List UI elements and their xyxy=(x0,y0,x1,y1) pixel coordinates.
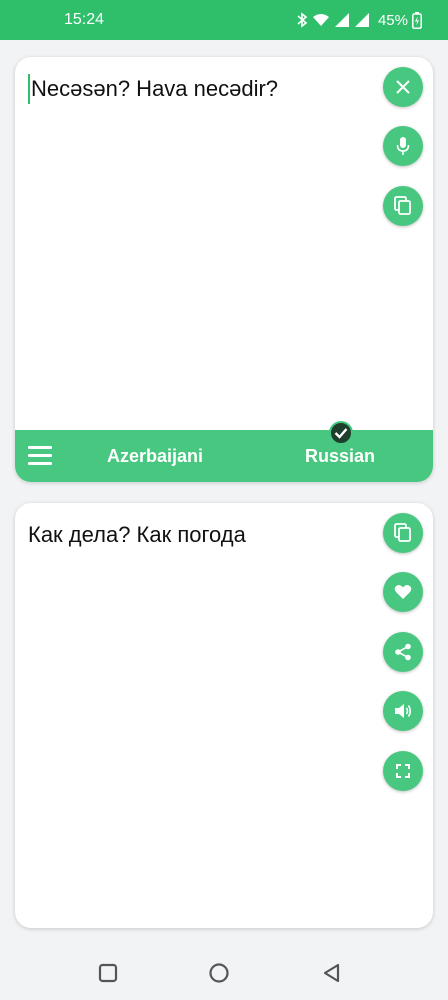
language-bar: Azerbaijani Russian xyxy=(15,430,433,482)
clear-button[interactable] xyxy=(383,67,423,107)
translated-text: Как дела? Как погода xyxy=(28,522,246,547)
translation-panel: Как дела? Как погода xyxy=(15,503,433,928)
navigation-bar xyxy=(0,946,448,1000)
fullscreen-icon xyxy=(396,764,410,778)
battery-icon xyxy=(412,11,422,29)
back-triangle-icon[interactable] xyxy=(321,962,343,984)
heart-icon xyxy=(394,584,412,600)
signal-icon xyxy=(334,12,350,28)
copy-icon xyxy=(394,523,412,543)
wifi-icon xyxy=(312,13,330,27)
speaker-icon xyxy=(394,703,412,719)
copy-icon xyxy=(394,196,412,216)
voice-input-button[interactable] xyxy=(383,126,423,166)
share-icon xyxy=(394,643,412,661)
battery-percent: 45% xyxy=(377,11,408,29)
source-panel: Necəsən? Hava necədir? Azerbaijani Russi… xyxy=(15,57,433,482)
hamburger-icon[interactable] xyxy=(28,446,52,466)
source-language-button[interactable]: Azerbaijani xyxy=(107,430,203,482)
home-circle-icon[interactable] xyxy=(208,962,230,984)
copy-translation-button[interactable] xyxy=(383,513,423,553)
status-icons: 45% xyxy=(296,11,422,29)
microphone-icon xyxy=(396,136,410,156)
favorite-button[interactable] xyxy=(383,572,423,612)
status-bar: 15:24 45% xyxy=(0,0,448,40)
share-button[interactable] xyxy=(383,632,423,672)
fullscreen-button[interactable] xyxy=(383,751,423,791)
recents-square-icon[interactable] xyxy=(97,962,119,984)
status-time: 15:24 xyxy=(64,11,105,28)
check-icon xyxy=(329,421,353,445)
bluetooth-icon xyxy=(296,12,308,28)
source-text-input[interactable]: Necəsən? Hava necədir? xyxy=(28,74,378,104)
close-icon xyxy=(395,79,411,95)
speak-button[interactable] xyxy=(383,691,423,731)
copy-source-button[interactable] xyxy=(383,186,423,226)
signal-icon xyxy=(354,12,370,28)
